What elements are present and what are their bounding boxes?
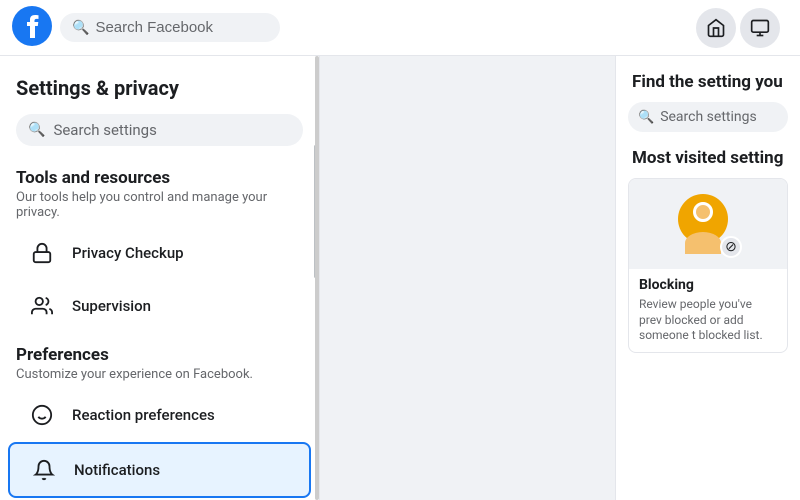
supervision-label: Supervision <box>72 297 151 315</box>
home-button[interactable] <box>696 8 736 48</box>
notifications-label: Notifications <box>74 461 160 479</box>
center-panel <box>320 56 615 500</box>
sidebar-header: Settings & privacy <box>0 68 319 104</box>
blocking-card-title: Blocking <box>639 277 777 293</box>
nav-icons-group <box>696 8 780 48</box>
tools-section-desc: Our tools help you control and manage yo… <box>0 190 319 226</box>
tools-section-label: Tools and resources <box>0 156 319 190</box>
sidebar-title: Settings & privacy <box>16 76 303 100</box>
blocking-card-body: Blocking Review people you've prev block… <box>629 269 787 352</box>
video-button[interactable] <box>740 8 780 48</box>
scroll-indicator <box>314 145 317 278</box>
supervision-icon <box>24 288 60 324</box>
reaction-preferences-label: Reaction preferences <box>72 406 215 424</box>
top-navigation: 🔍 <box>0 0 800 56</box>
blocking-card-icon-area: ⊘ <box>629 179 787 269</box>
sidebar-item-notifications[interactable]: Notifications <box>8 442 311 498</box>
right-search-icon: 🔍 <box>638 110 654 125</box>
lock-icon <box>24 235 60 271</box>
blocking-card[interactable]: ⊘ Blocking Review people you've prev blo… <box>628 178 788 353</box>
privacy-checkup-label: Privacy Checkup <box>72 244 184 262</box>
right-panel: Find the setting you 🔍 Search settings M… <box>615 56 800 500</box>
search-settings-bar[interactable]: 🔍 Search settings <box>16 114 303 146</box>
blocking-card-desc: Review people you've prev blocked or add… <box>639 297 777 344</box>
preferences-section-desc: Customize your experience on Facebook. <box>0 367 319 388</box>
search-settings-icon: 🔍 <box>28 122 45 138</box>
right-search-bar[interactable]: 🔍 Search settings <box>628 102 788 132</box>
right-search-placeholder: Search settings <box>660 109 757 125</box>
sidebar-item-reaction-preferences[interactable]: Reaction preferences <box>8 389 311 441</box>
sidebar-item-supervision[interactable]: Supervision <box>8 280 311 332</box>
avatar-body <box>685 232 721 254</box>
settings-sidebar: Settings & privacy 🔍 Search settings Too… <box>0 56 320 500</box>
bell-icon <box>26 452 62 488</box>
block-badge: ⊘ <box>720 236 742 258</box>
reaction-icon <box>24 397 60 433</box>
avatar-head <box>693 202 713 222</box>
facebook-logo[interactable] <box>12 6 52 50</box>
search-icon: 🔍 <box>72 20 89 36</box>
blocking-icon-visual: ⊘ <box>678 194 738 254</box>
global-search-input[interactable] <box>95 19 268 36</box>
sidebar-item-privacy-checkup[interactable]: Privacy Checkup <box>8 227 311 279</box>
most-visited-title: Most visited setting <box>616 148 800 178</box>
preferences-section-label: Preferences <box>0 333 319 367</box>
find-setting-title: Find the setting you <box>616 72 800 102</box>
search-settings-placeholder: Search settings <box>53 121 156 139</box>
global-search-bar[interactable]: 🔍 <box>60 13 280 42</box>
main-layout: Settings & privacy 🔍 Search settings Too… <box>0 56 800 500</box>
